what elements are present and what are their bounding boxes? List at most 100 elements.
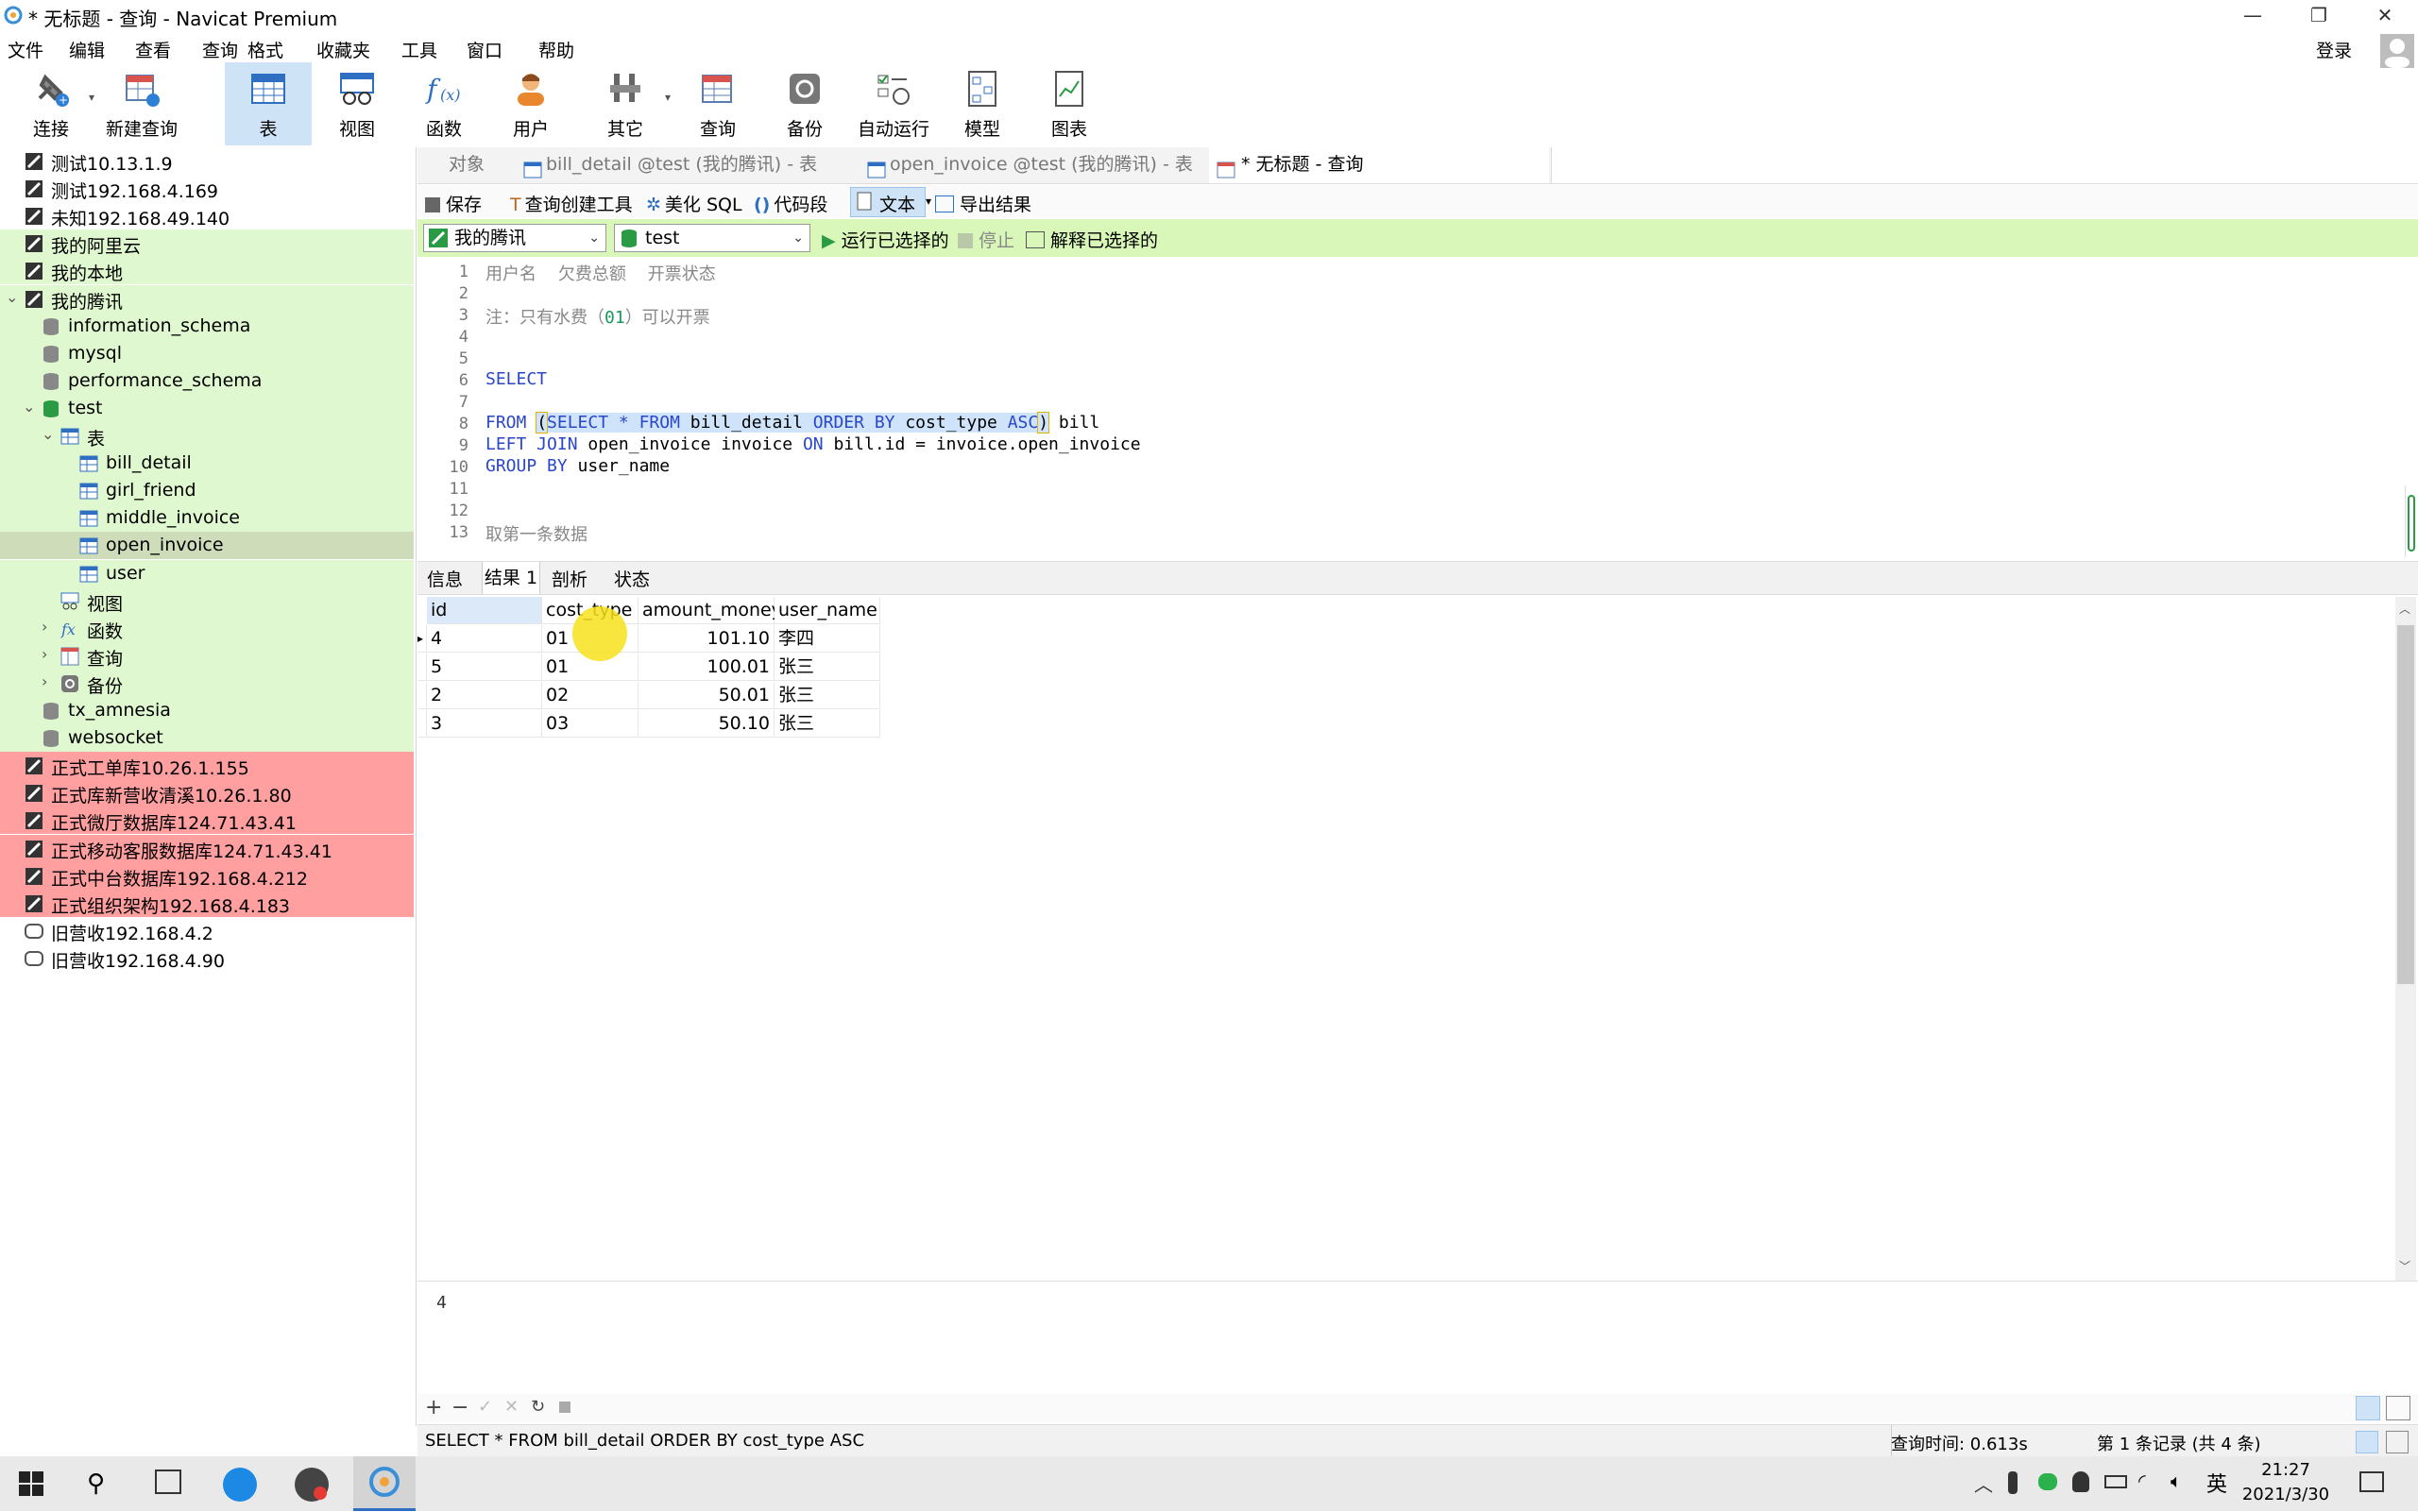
wechat-icon[interactable] — [2038, 1473, 2057, 1490]
tree-item[interactable]: ⌄ 表 — [0, 422, 414, 450]
menu-help[interactable]: 帮助 — [538, 37, 574, 62]
tree-item[interactable]: 正式工单库10.26.1.155 — [0, 752, 414, 780]
clock-date[interactable]: 2021/3/30 — [2239, 1485, 2333, 1504]
chevron-up-icon[interactable]: ︿ — [2399, 601, 2410, 617]
export-result-button[interactable]: 导出结果 — [935, 191, 1031, 216]
windows-start-icon[interactable] — [19, 1471, 43, 1501]
code-line[interactable]: GROUP BY user_name — [485, 456, 670, 476]
tree-item[interactable]: information_schema — [0, 312, 414, 340]
toolbar-query-button[interactable]: 查询 — [674, 62, 761, 145]
chevron-down-icon[interactable]: ▾ — [926, 195, 931, 208]
tree-item[interactable]: 正式库新营收清溪10.26.1.80 — [0, 779, 414, 807]
tree-item[interactable]: 正式中台数据库192.168.4.212 — [0, 861, 414, 890]
notification-icon[interactable] — [2359, 1471, 2384, 1492]
tree-item[interactable]: performance_schema — [0, 366, 414, 395]
tree-item[interactable]: 旧营收192.168.4.90 — [0, 944, 414, 972]
tree-item[interactable]: 正式组织架构192.168.4.183 — [0, 889, 414, 917]
tree-item[interactable]: 未知192.168.49.140 — [0, 202, 414, 229]
toolbar-model-button[interactable]: 模型 — [939, 62, 1026, 145]
apply-check-icon[interactable]: ✓ — [478, 1397, 492, 1417]
row-header[interactable] — [417, 682, 427, 709]
tab-info[interactable]: 信息 — [427, 566, 463, 591]
column-header[interactable]: cost_type — [542, 597, 639, 624]
chevron-down-icon[interactable]: ﹀ — [2399, 1258, 2410, 1274]
run-selected-button[interactable]: ▶ 运行已选择的 — [822, 227, 949, 252]
tree-item[interactable]: › fx 函数 — [0, 614, 414, 642]
result-grid[interactable]: id cost_type amount_money user_name ▸ 4 01 101.… — [417, 597, 2395, 1277]
navicat-taskbar-button[interactable] — [353, 1456, 416, 1511]
table-cell[interactable]: 李四 — [775, 625, 880, 653]
table-cell[interactable]: 50.01 — [639, 682, 775, 709]
wifi-icon[interactable]: ◜ — [2138, 1470, 2146, 1492]
table-cell[interactable]: 2 — [427, 682, 542, 709]
connection-select[interactable]: 我的腾讯 ⌄ — [423, 224, 606, 252]
menu-view[interactable]: 查看 — [135, 37, 171, 62]
chevron-down-icon[interactable]: ⌄ — [23, 398, 35, 416]
save-button[interactable]: 保存 — [425, 191, 482, 216]
chevron-right-icon[interactable]: › — [42, 645, 47, 663]
tree-item[interactable]: 我的本地 — [0, 257, 414, 285]
row-header[interactable] — [417, 654, 427, 681]
panel-left-icon[interactable] — [2356, 1431, 2378, 1453]
tree-item[interactable]: middle_invoice — [0, 504, 414, 533]
code-line[interactable]: 注：只有水费（01）可以开票 — [485, 304, 710, 329]
tree-item[interactable]: 视图 — [0, 586, 414, 615]
qq-icon[interactable] — [2072, 1471, 2089, 1492]
table-cell[interactable]: 101.10 — [639, 625, 775, 653]
restore-button[interactable]: ❐ — [2286, 0, 2352, 32]
stop-icon[interactable] — [559, 1402, 570, 1413]
toolbar-chart-button[interactable]: 图表 — [1026, 62, 1113, 145]
chevron-up-icon[interactable]: ︿ — [1974, 1470, 1993, 1497]
menu-edit[interactable]: 编辑 — [69, 37, 105, 62]
chevron-down-icon[interactable]: ▾ — [665, 91, 671, 104]
toolbar-function-button[interactable]: f (x) 函数 — [400, 62, 487, 145]
chevron-right-icon[interactable]: › — [42, 672, 47, 690]
battery-icon[interactable] — [2104, 1475, 2127, 1488]
login-link[interactable]: 登录 — [2316, 37, 2352, 62]
menu-format[interactable]: 格式 — [247, 37, 283, 62]
table-cell[interactable]: 张三 — [775, 682, 880, 709]
task-view-icon[interactable] — [155, 1470, 181, 1494]
tree-item[interactable]: 我的阿里云 — [0, 229, 414, 258]
menu-window[interactable]: 窗口 — [467, 37, 502, 62]
table-cell[interactable]: 4 — [427, 625, 542, 653]
volume-icon[interactable]: 🔈︎ — [2171, 1470, 2182, 1492]
close-button[interactable]: ✕ — [2352, 0, 2418, 32]
chevron-down-icon[interactable]: ▾ — [89, 91, 94, 104]
table-cell[interactable]: 01 — [542, 625, 639, 653]
tab-untitled-query[interactable]: * 无标题 - 查询 — [1209, 147, 1549, 183]
discard-icon[interactable]: ✕ — [504, 1397, 519, 1417]
tree-item[interactable]: › 查询 — [0, 641, 414, 670]
tree-item[interactable]: ⌄ test — [0, 394, 414, 422]
form-view-icon[interactable] — [2386, 1396, 2410, 1420]
table-cell[interactable]: 03 — [542, 710, 639, 738]
toolbar-backup-button[interactable]: 备份 — [761, 62, 848, 145]
chevron-down-icon[interactable]: ⌄ — [42, 425, 54, 443]
toolbar-other-button[interactable]: 其它 — [582, 62, 669, 145]
tree-item[interactable]: 正式移动客服数据库124.71.43.41 — [0, 834, 414, 862]
toolbar-new-query-button[interactable]: 新建查询 — [98, 62, 185, 145]
query-builder-button[interactable]: T 查询创建工具 — [510, 191, 633, 216]
toolbar-connect-button[interactable]: + 连接 — [8, 62, 94, 145]
chevron-down-icon[interactable]: ⌄ — [6, 288, 18, 306]
grid-view-icon[interactable] — [2356, 1396, 2380, 1420]
menu-tools[interactable]: 工具 — [401, 37, 437, 62]
add-row-icon[interactable]: + — [425, 1396, 442, 1419]
panel-right-icon[interactable] — [2386, 1431, 2409, 1453]
stop-button[interactable]: 停止 — [958, 227, 1014, 252]
text-mode-button[interactable]: 文本 — [850, 187, 926, 217]
tree-item[interactable]: tx_amnesia — [0, 697, 414, 724]
code-line[interactable]: FROM (SELECT * FROM bill_detail ORDER BY… — [485, 412, 1099, 433]
tree-item[interactable]: girl_friend — [0, 477, 414, 505]
database-select[interactable]: test ⌄ — [614, 224, 810, 252]
tree-item[interactable]: 正式微厅数据库124.71.43.41 — [0, 807, 414, 835]
tree-item[interactable]: bill_detail — [0, 450, 414, 478]
code-snippet-button[interactable]: () 代码段 — [754, 191, 827, 216]
microphone-icon[interactable] — [2008, 1471, 2018, 1494]
tree-item[interactable]: ⌄ 我的腾讯 — [0, 284, 414, 313]
table-cell[interactable]: 张三 — [775, 654, 880, 681]
table-cell[interactable]: 3 — [427, 710, 542, 738]
beautify-sql-button[interactable]: ✲ 美化 SQL — [646, 191, 742, 216]
toolbar-view-button[interactable]: 视图 — [314, 62, 400, 145]
tree-item[interactable]: 测试192.168.4.169 — [0, 175, 414, 202]
